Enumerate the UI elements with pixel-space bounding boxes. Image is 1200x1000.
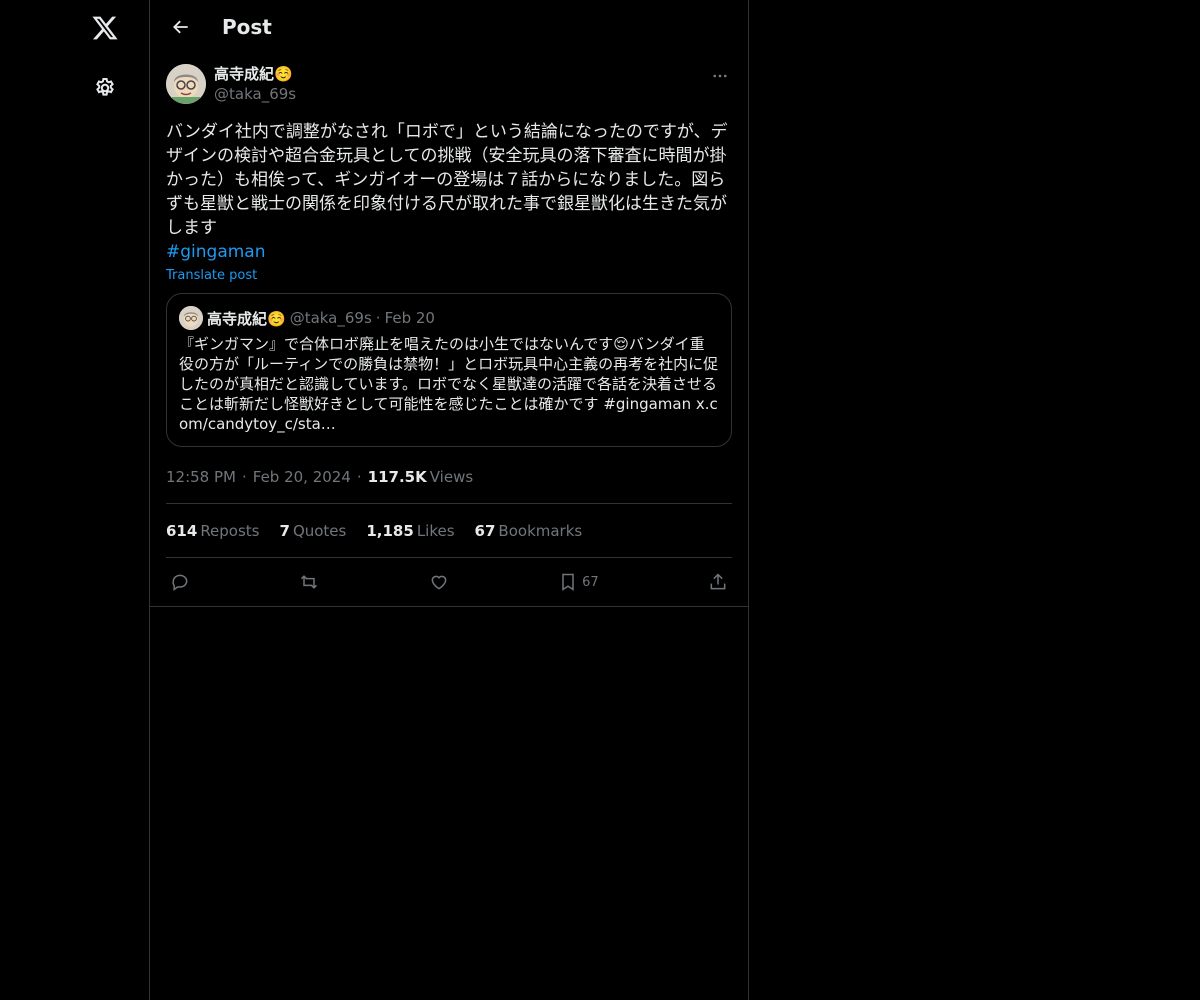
separator-dot: · (356, 468, 362, 486)
x-logo-icon[interactable] (87, 10, 123, 46)
quoted-avatar (179, 306, 203, 330)
back-button[interactable] (164, 10, 198, 44)
quotes-stat[interactable]: 7 Quotes (280, 522, 347, 540)
divider (150, 606, 748, 607)
arrow-left-icon (173, 20, 188, 34)
page-title: Post (222, 15, 272, 39)
heart-icon (431, 575, 447, 590)
primary-column: Post 高寺成紀☺️ @taka_69s バンダイ社内で調整がなされ「ロボで」… (149, 0, 749, 1000)
reposts-count: 614 (166, 521, 198, 540)
action-bar: 67 (166, 558, 732, 606)
quoted-handle: @taka_69s (289, 309, 372, 327)
quoted-post-header: 高寺成紀☺️ @taka_69s · Feb 20 (179, 306, 719, 330)
avatar[interactable] (166, 64, 206, 104)
likes-count: 1,185 (366, 521, 414, 540)
reposts-stat[interactable]: 614 Reposts (166, 522, 260, 540)
reply-icon (172, 574, 188, 591)
bookmarks-label: Bookmarks (498, 521, 583, 540)
more-options-button[interactable] (708, 64, 732, 88)
quotes-label: Quotes (292, 521, 347, 540)
repost-icon (301, 575, 318, 589)
post-time[interactable]: 12:58 PM (166, 468, 236, 486)
reposts-label: Reposts (200, 521, 260, 540)
separator-dot: · (241, 468, 247, 486)
repost-button[interactable] (299, 572, 319, 592)
engagement-stats: 614 Reposts 7 Quotes 1,185 Likes 67 Bookmark… (166, 504, 732, 557)
views-count: 117.5K (367, 468, 427, 486)
quoted-text: 『ギンガマン』で合体ロボ廃止を唱えたのは小生ではないんです😌バンダイ重役の方が「… (179, 335, 719, 433)
reply-button[interactable] (170, 572, 190, 592)
like-button[interactable] (429, 572, 449, 592)
author-handle[interactable]: @taka_69s (214, 84, 296, 104)
hashtag-link[interactable]: #gingaman (166, 240, 732, 264)
post-detail: 高寺成紀☺️ @taka_69s バンダイ社内で調整がなされ「ロボで」という結論… (150, 64, 748, 607)
separator-dot: · (375, 309, 381, 327)
quoted-display-name: 高寺成紀☺️ (207, 309, 286, 328)
bookmark-button[interactable]: 67 (558, 572, 599, 592)
bookmarks-count: 67 (474, 521, 496, 540)
left-navigation (0, 0, 150, 1000)
post-meta: 12:58 PM · Feb 20, 2024 · 117.5K Views (166, 467, 732, 487)
gear-icon[interactable] (87, 70, 123, 106)
likes-label: Likes (416, 521, 455, 540)
quoted-date: Feb 20 (384, 309, 435, 327)
author-display-name[interactable]: 高寺成紀☺️ (214, 64, 296, 84)
post-date[interactable]: Feb 20, 2024 (253, 468, 351, 486)
likes-stat[interactable]: 1,185 Likes (366, 522, 454, 540)
quotes-count: 7 (279, 521, 290, 540)
views-label: Views (429, 468, 474, 486)
page-header: Post (150, 0, 748, 54)
author-row: 高寺成紀☺️ @taka_69s (166, 64, 732, 108)
bookmarks-stat[interactable]: 67 Bookmarks (475, 522, 583, 540)
translate-post-link[interactable]: Translate post (166, 268, 257, 283)
bookmark-icon (562, 573, 574, 591)
more-horizontal-icon (713, 74, 727, 78)
quoted-post[interactable]: 高寺成紀☺️ @taka_69s · Feb 20 『ギンガマン』で合体ロボ廃止… (166, 293, 732, 447)
bookmark-count: 67 (582, 574, 599, 590)
post-text: バンダイ社内で調整がなされ「ロボで」という結論になったのですが、デザインの検討や… (166, 122, 728, 238)
share-button[interactable] (708, 572, 728, 592)
share-icon (710, 573, 726, 590)
